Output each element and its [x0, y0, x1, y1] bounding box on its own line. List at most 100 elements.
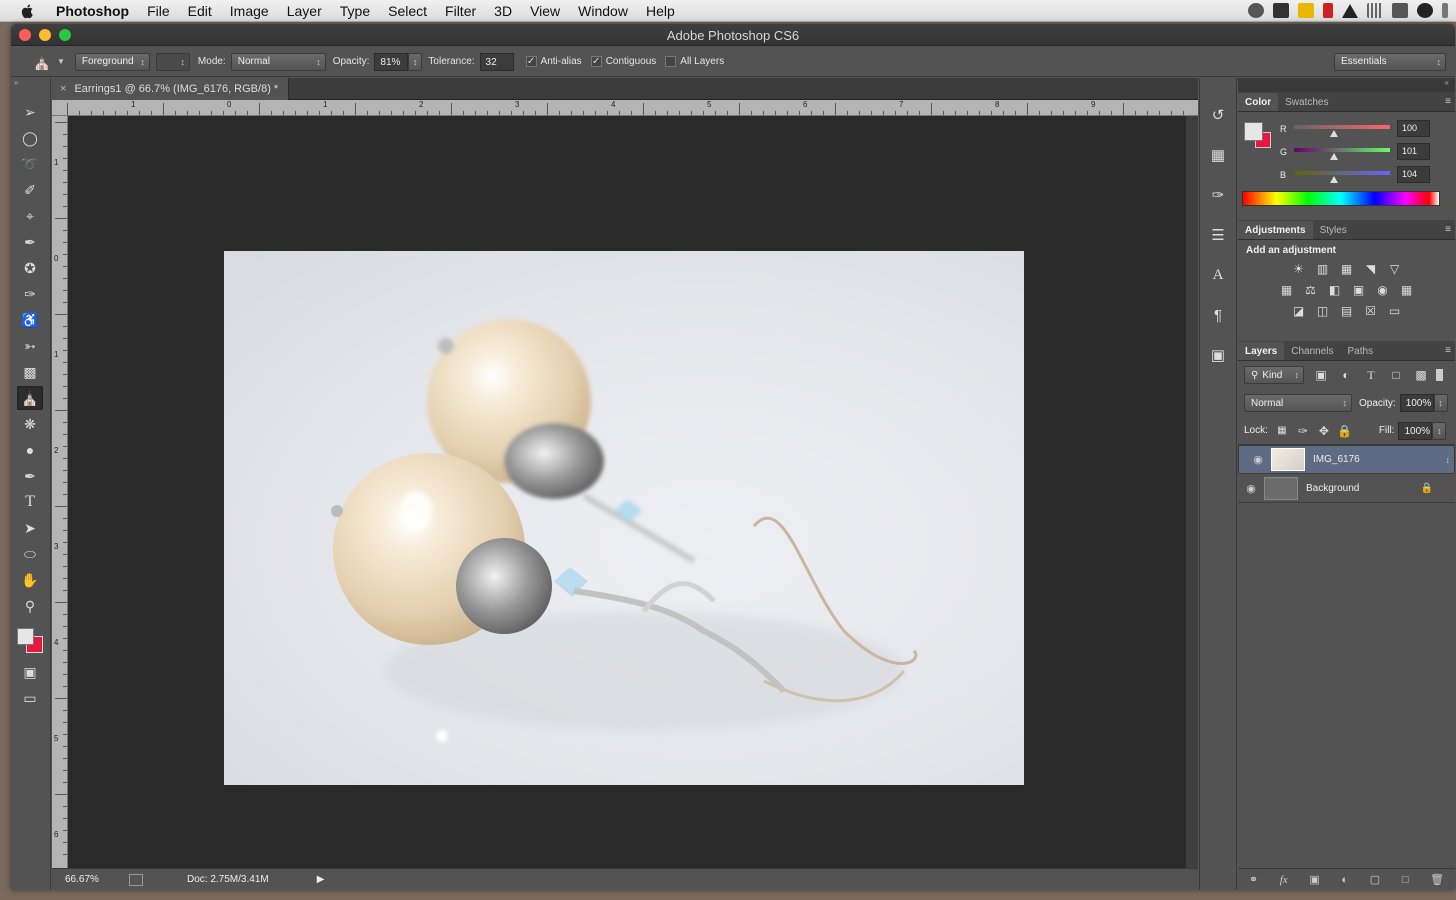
blur-tool-icon[interactable]: ❋ — [17, 412, 43, 436]
ellipse-marquee-tool-icon[interactable]: ◯ — [17, 126, 43, 150]
paint-bucket-icon[interactable]: ⛪ — [29, 51, 55, 73]
blend-mode-select[interactable]: Normal — [1244, 394, 1352, 412]
grid-icon[interactable] — [1367, 3, 1383, 18]
menu-filter[interactable]: Filter — [436, 3, 485, 19]
sponge-tool-icon[interactable]: ● — [17, 438, 43, 462]
new-adjustment-layer-icon[interactable]: ◐ — [1341, 874, 1348, 886]
user-icon[interactable] — [1417, 3, 1433, 18]
green-slider-thumb[interactable] — [1330, 153, 1338, 160]
gradient-map-icon[interactable]: ▭ — [1387, 303, 1403, 319]
delete-layer-icon[interactable]: 🗑 — [1430, 873, 1444, 886]
exposure-icon[interactable]: ◥ — [1363, 261, 1379, 277]
menu-app[interactable]: Photoshop — [50, 3, 138, 19]
color-lookup-icon[interactable]: ▦ — [1399, 282, 1415, 298]
fill-slider-button[interactable] — [1432, 421, 1447, 440]
antialias-checkbox[interactable]: ✓ — [525, 56, 537, 67]
color-spectrum[interactable] — [1242, 191, 1440, 206]
opacity-input[interactable]: 81% — [374, 52, 409, 71]
menu-edit[interactable]: Edit — [179, 3, 221, 19]
lasso-tool-icon[interactable]: ➰ — [17, 152, 43, 176]
visibility-eye-icon[interactable]: ◉ — [1245, 453, 1271, 466]
add-mask-icon[interactable]: ▣ — [1309, 873, 1319, 886]
eyedropper-tool-icon[interactable]: ✒ — [17, 230, 43, 254]
layers-panel-menu-icon[interactable]: ≡ — [1445, 345, 1451, 356]
tab-channels[interactable]: Channels — [1284, 342, 1340, 360]
new-layer-icon[interactable]: □ — [1402, 874, 1409, 886]
layer-row[interactable]: ◉ IMG_6176 — [1238, 445, 1455, 474]
status-share-icon[interactable] — [129, 873, 143, 886]
properties-icon[interactable]: ▦ — [1206, 144, 1230, 166]
lock-all-icon[interactable]: 🔒 — [1337, 423, 1353, 439]
zoom-level[interactable]: 66.67% — [65, 874, 111, 885]
menu-image[interactable]: Image — [221, 3, 278, 19]
workspace-select[interactable]: Essentials — [1334, 52, 1446, 71]
adjustments-panel-menu-icon[interactable]: ≡ — [1445, 224, 1451, 235]
layer-row[interactable]: ◉ Background 🔒 — [1238, 474, 1455, 503]
history-icon[interactable]: ↺ — [1206, 104, 1230, 126]
threshold-icon[interactable]: ▤ — [1339, 303, 1355, 319]
vertical-scrollbar[interactable] — [1186, 116, 1198, 868]
collapse-panels-icon[interactable]: « — [1238, 78, 1455, 92]
tab-swatches[interactable]: Swatches — [1278, 93, 1335, 111]
lock-position-icon[interactable]: ✥ — [1316, 423, 1332, 439]
vibrance-icon[interactable]: ▽ — [1387, 261, 1403, 277]
blue-slider[interactable] — [1294, 171, 1390, 175]
brush-presets-icon[interactable]: ✑ — [1206, 184, 1230, 206]
menu-3d[interactable]: 3D — [485, 3, 521, 19]
character-icon[interactable]: A — [1206, 264, 1230, 286]
lock-image-icon[interactable]: ✑ — [1295, 423, 1311, 439]
display-icon[interactable] — [1392, 3, 1408, 18]
filter-shape-icon[interactable]: □ — [1388, 367, 1404, 383]
3d-icon[interactable]: ▣ — [1206, 344, 1230, 366]
history-brush-tool-icon[interactable]: ➳ — [17, 334, 43, 358]
curves-icon[interactable]: ▦ — [1339, 261, 1355, 277]
tab-adjustments[interactable]: Adjustments — [1238, 221, 1313, 239]
clone-stamp-tool-icon[interactable]: ♿ — [17, 308, 43, 332]
red-slider-thumb[interactable] — [1330, 130, 1338, 137]
paragraph-icon[interactable]: ¶ — [1206, 304, 1230, 326]
layer-style-icon[interactable]: fx — [1280, 874, 1288, 886]
menu-layer[interactable]: Layer — [278, 3, 331, 19]
brush-tool-icon[interactable]: ✑ — [17, 282, 43, 306]
drive-icon[interactable] — [1248, 3, 1264, 18]
layer-opacity-input[interactable]: 100% — [1399, 394, 1434, 412]
filter-adjustment-icon[interactable]: ◐ — [1338, 367, 1354, 383]
opacity-slider-button[interactable] — [408, 52, 423, 71]
collapse-tools-icon[interactable]: » — [11, 78, 50, 87]
hand-tool-icon[interactable]: ✋ — [17, 568, 43, 592]
selective-color-icon[interactable]: ☒ — [1363, 303, 1379, 319]
brightness-contrast-icon[interactable]: ☀ — [1291, 261, 1307, 277]
warning-icon[interactable] — [1298, 3, 1314, 18]
filter-toggle[interactable] — [1436, 369, 1443, 381]
red-slider[interactable] — [1294, 125, 1390, 129]
all-layers-checkbox[interactable] — [665, 56, 677, 67]
lock-transparent-icon[interactable]: ▦ — [1274, 423, 1290, 439]
new-group-icon[interactable]: ▢ — [1370, 873, 1380, 886]
image-canvas[interactable] — [224, 251, 1024, 785]
layer-opacity-slider-button[interactable] — [1433, 394, 1448, 412]
color-balance-icon[interactable]: ⚖ — [1303, 282, 1319, 298]
more-icon[interactable] — [1442, 3, 1448, 18]
tab-layers[interactable]: Layers — [1238, 342, 1285, 360]
fill-source-select[interactable]: Foreground — [74, 52, 150, 71]
path-selection-tool-icon[interactable]: ➤ — [17, 516, 43, 540]
hue-saturation-icon[interactable]: ▦ — [1279, 282, 1295, 298]
eraser-tool-icon[interactable]: ▩ — [17, 360, 43, 384]
menu-help[interactable]: Help — [637, 3, 684, 19]
zoom-tool-icon[interactable]: ⚲ — [17, 594, 43, 618]
color-panel-menu-icon[interactable]: ≡ — [1445, 96, 1451, 107]
green-input[interactable]: 101 — [1397, 143, 1430, 160]
healing-brush-tool-icon[interactable]: ✪ — [17, 256, 43, 280]
quick-mask-icon[interactable]: ▣ — [17, 660, 43, 684]
menu-type[interactable]: Type — [331, 3, 379, 19]
invert-icon[interactable]: ◪ — [1291, 303, 1307, 319]
filter-type-icon[interactable]: T — [1363, 367, 1379, 383]
link-layers-icon[interactable]: ⚭ — [1249, 873, 1258, 886]
green-slider[interactable] — [1294, 148, 1390, 152]
fill-input[interactable]: 100% — [1398, 421, 1433, 440]
filter-pixel-icon[interactable]: ▣ — [1313, 367, 1329, 383]
photo-filter-icon[interactable]: ▣ — [1351, 282, 1367, 298]
channel-mixer-icon[interactable]: ◉ — [1375, 282, 1391, 298]
blue-input[interactable]: 104 — [1397, 166, 1430, 183]
pen-tool-icon[interactable]: ✒ — [17, 464, 43, 488]
